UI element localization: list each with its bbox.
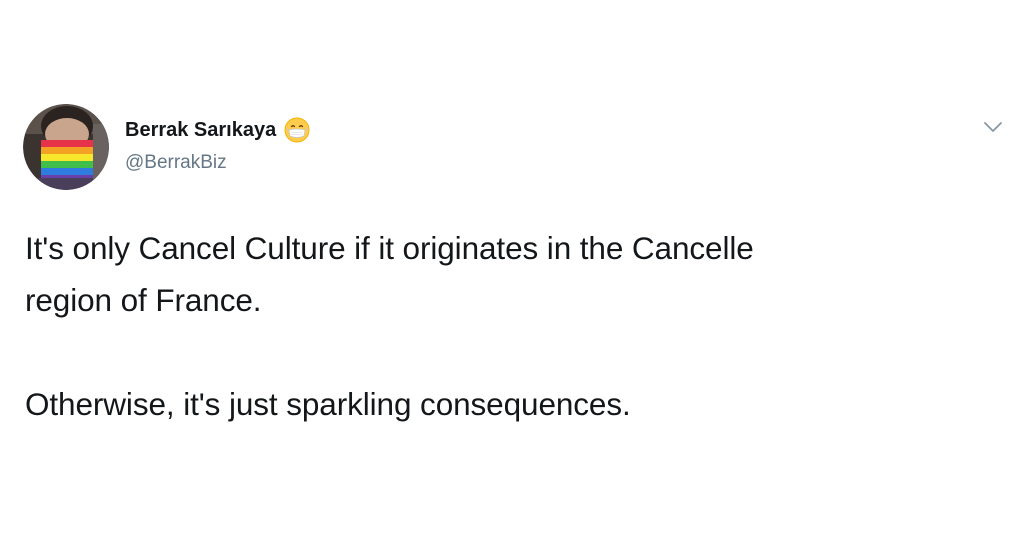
chevron-down-icon[interactable] (982, 119, 1004, 135)
face-with-medical-mask-icon (284, 117, 310, 143)
tweet-text-line: Otherwise, it's just sparkling consequen… (25, 386, 631, 422)
avatar-image (23, 104, 109, 190)
tweet-text: It's only Cancel Culture if it originate… (25, 222, 985, 430)
tweet-text-line: It's only Cancel Culture if it originate… (25, 230, 754, 266)
tweet-text-line: region of France. (25, 282, 262, 318)
author-name-row: Berrak Sarıkaya (125, 115, 310, 145)
display-name[interactable]: Berrak Sarıkaya (125, 119, 276, 142)
author-handle[interactable]: @BerrakBiz (125, 152, 227, 174)
tweet-card: Berrak Sarıkaya @BerrakBiz It's only Can… (0, 0, 1024, 536)
avatar[interactable] (23, 104, 109, 190)
